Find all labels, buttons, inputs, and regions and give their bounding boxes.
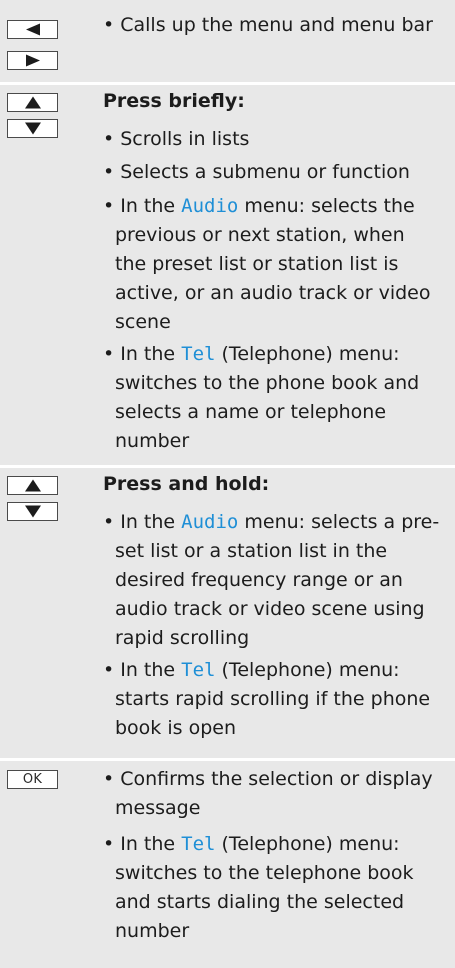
row-up-down-press-briefly: Press briefly: • Scrolls in lists • Sele… <box>0 85 455 465</box>
list-item: • Calls up the menu and menu bar <box>103 14 433 36</box>
list-item: • In the Tel (Telephone) menu: starts ra… <box>103 659 431 739</box>
list-item: • Selects a submenu or function <box>103 161 410 183</box>
list-item: • In the Tel (Telephone) menu: switches … <box>103 343 420 452</box>
list-item: • In the Audio menu: selects the previou… <box>103 195 431 333</box>
right-arrow-key-icon <box>7 51 58 70</box>
controls-table: • Calls up the menu and menu bar Press b… <box>0 0 455 968</box>
list-item: • In the Tel (Telephone) menu: switches … <box>103 833 414 942</box>
list-item: • Scrolls in lists <box>103 128 250 150</box>
row-up-down-press-and-hold: Press and hold: • In the Audio menu: sel… <box>0 468 455 758</box>
menu-name-tel: Tel <box>181 833 216 855</box>
up-arrow-key-icon <box>7 476 58 495</box>
ok-key-label: OK <box>22 772 43 787</box>
menu-name-tel: Tel <box>181 343 216 365</box>
ok-key-icon: OK <box>7 770 58 789</box>
row-left-right-keys: • Calls up the menu and menu bar <box>0 0 455 82</box>
left-arrow-key-icon <box>7 20 58 39</box>
up-arrow-key-icon <box>7 93 58 112</box>
row-ok-key: OK • Confirms the selection or display m… <box>0 761 455 968</box>
section-heading: Press and hold: <box>103 473 270 495</box>
menu-name-audio: Audio <box>181 511 239 533</box>
down-arrow-key-icon <box>7 502 58 521</box>
down-arrow-key-icon <box>7 119 58 138</box>
section-heading: Press briefly: <box>103 90 245 112</box>
list-item: • In the Audio menu: selects a pre- set … <box>103 511 440 649</box>
menu-name-audio: Audio <box>181 195 239 217</box>
list-item: • Confirms the selection or display mess… <box>103 768 433 819</box>
menu-name-tel: Tel <box>181 659 216 681</box>
